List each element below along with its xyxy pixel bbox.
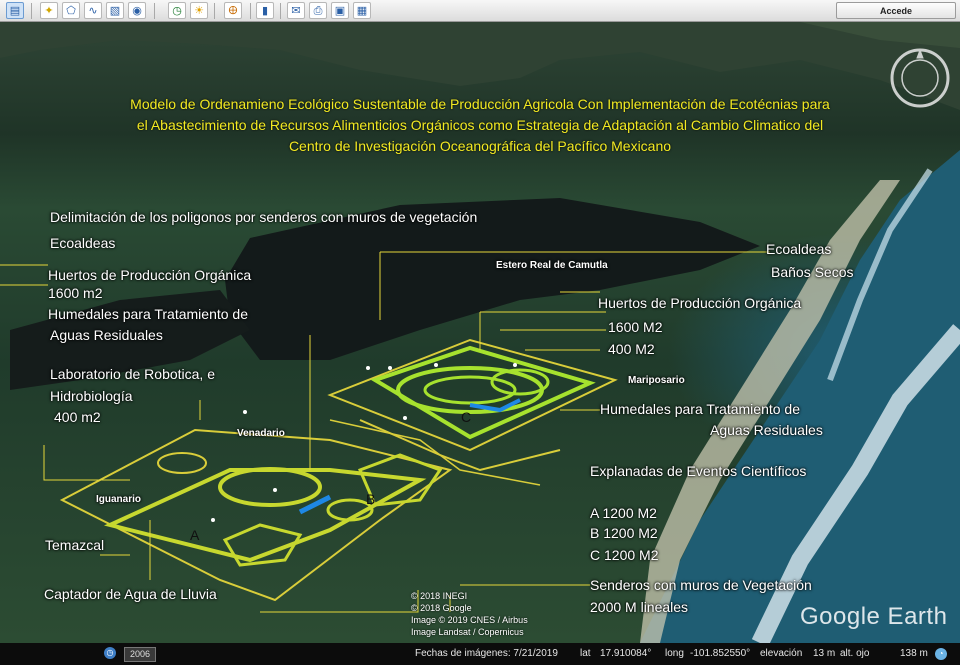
toolbar-separator <box>154 3 155 19</box>
earth-view[interactable]: Modelo de Ordenamieno Ecológico Sustenta… <box>0 22 960 643</box>
label-explanada-c: C 1200 M2 <box>590 547 659 563</box>
label-c: C <box>461 409 472 425</box>
label-huertos-left: Huertos de Producción Orgánica <box>48 267 252 283</box>
imagery-date: Fechas de imágenes: 7/21/2019 <box>415 648 558 659</box>
eye-alt-value: 138 m <box>900 648 928 659</box>
label-lab-area: 400 m2 <box>54 409 101 425</box>
label-ecoaldeas-right: Ecoaldeas <box>766 241 832 257</box>
map-title-line2: el Abastecimiento de Recursos Alimentici… <box>136 117 824 133</box>
save-image-icon[interactable]: ▣ <box>331 2 349 19</box>
status-bar: ◷ 2006 Fechas de imágenes: 7/21/2019 lat… <box>0 643 960 665</box>
path-icon[interactable]: ∿ <box>84 2 102 19</box>
label-explanada-a: A 1200 M2 <box>590 505 657 521</box>
placemark-icon[interactable]: ✦ <box>40 2 58 19</box>
label-estero: Estero Real de Camutla <box>496 260 608 271</box>
label-captador: Captador de Agua de Lluvia <box>44 586 217 602</box>
label-banos: Baños Secos <box>771 264 854 280</box>
long-value: -101.852550° <box>690 648 751 659</box>
label-b: B <box>366 491 376 507</box>
tour-icon[interactable]: ◉ <box>128 2 146 19</box>
polygon-icon[interactable]: ⬠ <box>62 2 80 19</box>
toolbar: ▤ ✦ ⬠ ∿ ▧ ◉ ◷ ☀ 🜨 ▮ ✉ ⎙ ▣ ▦ Accede <box>0 0 960 22</box>
label-iguanario: Iguanario <box>96 494 142 505</box>
sun-icon[interactable]: ☀ <box>190 2 208 19</box>
toolbar-separator <box>31 3 32 19</box>
placemarks <box>211 363 517 522</box>
label-humedales2-left: Aguas Residuales <box>50 327 163 343</box>
imagery-credits: © 2018 INEGI © 2018 Google Image © 2019 … <box>411 590 528 638</box>
ruler-icon[interactable]: ▮ <box>256 2 274 19</box>
image-overlay-icon[interactable]: ▧ <box>106 2 124 19</box>
label-hidrobiologia: Hidrobiología <box>50 388 133 404</box>
label-delimitacion: Delimitación de los poligonos por sender… <box>50 209 478 225</box>
eye-alt-label: alt. ojo <box>840 648 870 659</box>
label-humedales2-right: Aguas Residuales <box>710 422 823 438</box>
toolbar-separator <box>250 3 251 19</box>
credit-inegi: © 2018 INEGI <box>411 591 468 601</box>
label-explanadas: Explanadas de Eventos Científicos <box>590 463 807 479</box>
label-huertos-right: Huertos de Producción Orgánica <box>598 295 802 311</box>
label-a: A <box>190 527 200 543</box>
map-title-line1: Modelo de Ordenamieno Ecológico Sustenta… <box>130 96 830 112</box>
planets-icon[interactable]: 🜨 <box>224 2 242 19</box>
label-ecoaldeas-left: Ecoaldeas <box>50 235 116 251</box>
streaming-icon: ◔ <box>935 648 947 660</box>
label-senderos-length: 2000 M lineales <box>590 599 689 615</box>
label-humedales-right: Humedales para Tratamiento de <box>600 401 800 417</box>
lat-value: 17.910084° <box>600 648 652 659</box>
history-icon[interactable]: ◷ <box>168 2 186 19</box>
print-icon[interactable]: ⎙ <box>309 2 327 19</box>
toolbar-separator <box>280 3 281 19</box>
email-icon[interactable]: ✉ <box>287 2 305 19</box>
maps-icon[interactable]: ▦ <box>353 2 371 19</box>
google-earth-logo: Google Earth <box>800 603 948 630</box>
toolbar-separator <box>214 3 215 19</box>
label-area-400: 400 M2 <box>608 341 655 357</box>
polygon-cluster-ab <box>59 428 453 602</box>
credit-cnes: Image © 2019 CNES / Airbus <box>411 615 528 625</box>
elevation-value: 13 m <box>813 648 836 659</box>
label-laboratorio: Laboratorio de Robotica, e <box>50 366 215 382</box>
lat-label: lat <box>580 648 591 659</box>
credit-landsat: Image Landsat / Copernicus <box>411 627 524 637</box>
sign-in-button[interactable]: Accede <box>836 2 956 19</box>
historical-imagery-icon[interactable]: ◷ <box>104 647 116 659</box>
sidebar-icon[interactable]: ▤ <box>6 2 24 19</box>
label-explanada-b: B 1200 M2 <box>590 525 658 541</box>
label-senderos: Senderos con muros de Vegetación <box>590 577 812 593</box>
label-huertos-area-left: 1600 m2 <box>48 285 103 301</box>
map-title-line3: Centro de Investigación Oceanográfica de… <box>288 138 672 154</box>
label-venadario: Venadario <box>237 428 285 439</box>
elevation-label: elevación <box>760 648 803 659</box>
credit-google: © 2018 Google <box>411 603 472 613</box>
long-label: long <box>665 648 684 659</box>
label-temazcal: Temazcal <box>45 537 105 553</box>
label-mariposario: Mariposario <box>628 375 685 386</box>
label-humedales-left: Humedales para Tratamiento de <box>48 306 248 322</box>
imagery-year[interactable]: 2006 <box>124 647 156 662</box>
label-area-1600: 1600 M2 <box>608 319 663 335</box>
